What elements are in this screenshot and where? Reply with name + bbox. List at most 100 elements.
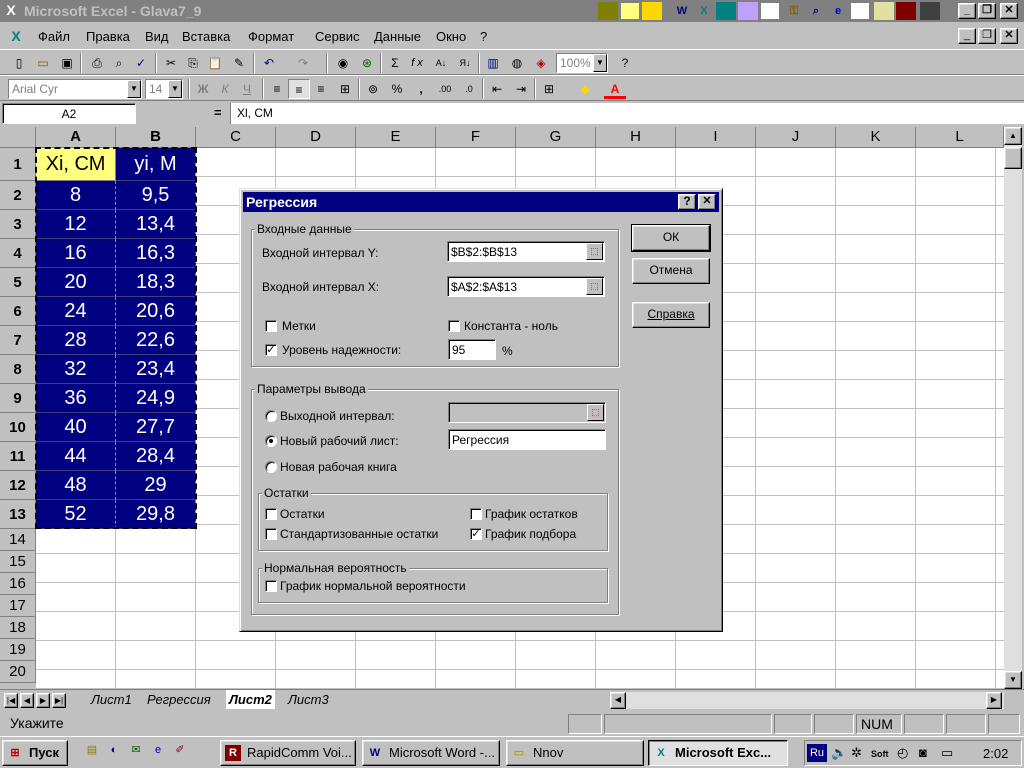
cell-b7[interactable]: 22,6 <box>116 326 196 355</box>
std-residuals-checkbox[interactable] <box>265 528 277 540</box>
borders-icon[interactable]: ⊞ <box>538 79 560 99</box>
labels-checkbox[interactable] <box>265 320 277 332</box>
decrease-indent-icon[interactable]: ⇤ <box>486 79 508 99</box>
cut-icon[interactable]: ✂ <box>160 53 182 73</box>
underline-button[interactable]: Ч <box>236 79 258 99</box>
confidence-label[interactable]: Уровень надежности: <box>282 343 401 357</box>
calc-icon[interactable] <box>920 2 940 20</box>
sort-descending-icon[interactable]: Я↓ <box>454 53 476 73</box>
row-header-10[interactable]: 10 <box>0 413 36 442</box>
font-color-icon[interactable]: A <box>604 79 626 99</box>
cell-b10[interactable]: 27,7 <box>116 413 196 442</box>
desktop-icon[interactable]: ▤ <box>82 741 102 759</box>
new-sheet-field[interactable]: Регрессия <box>448 429 606 450</box>
function-wizard-icon[interactable]: f x <box>406 53 428 73</box>
row-header-14[interactable]: 14 <box>0 529 36 551</box>
fit-plot-checkbox[interactable]: ✓ <box>470 528 482 540</box>
print-icon[interactable]: ⎙ <box>86 53 108 73</box>
row-header-7[interactable]: 7 <box>0 326 36 355</box>
print-preview-icon[interactable]: ⌕ <box>108 53 130 73</box>
input-x-field[interactable]: $A$2:$A$13 ⬚ <box>447 276 605 297</box>
percent-icon[interactable]: % <box>386 79 408 99</box>
scroll-down-icon[interactable]: ▼ <box>1004 671 1022 689</box>
merge-center-icon[interactable]: ⊞ <box>334 79 356 99</box>
comma-style-icon[interactable]: , <box>410 79 432 99</box>
italic-button[interactable]: К <box>214 79 236 99</box>
menu-format[interactable]: Формат <box>248 29 294 44</box>
outlook-express-icon[interactable]: ✉ <box>126 741 146 759</box>
binder-icon[interactable] <box>874 2 894 20</box>
access-icon[interactable] <box>738 2 758 20</box>
output-range-field[interactable]: ⬚ <box>448 402 606 423</box>
new-sheet-radio[interactable] <box>265 435 277 447</box>
channels-icon[interactable]: ◐ <box>104 741 124 759</box>
const-zero-checkbox[interactable] <box>448 320 460 332</box>
cell-b8[interactable]: 23,4 <box>116 355 196 384</box>
chevron-down-icon[interactable]: ▼ <box>593 54 607 72</box>
chevron-down-icon[interactable]: ▼ <box>127 80 141 98</box>
fit-plot-label[interactable]: График подбора <box>485 527 576 541</box>
row-header-18[interactable]: 18 <box>0 617 36 639</box>
cell-a10[interactable]: 40 <box>36 413 116 442</box>
format-painter-icon[interactable]: ✎ <box>228 53 250 73</box>
monitor-icon[interactable]: ▭ <box>941 745 953 761</box>
scroll-left-icon[interactable]: ◀ <box>610 692 626 709</box>
new-icon[interactable]: ▯ <box>8 53 30 73</box>
menu-help[interactable]: ? <box>480 29 487 44</box>
cell-a11[interactable]: 44 <box>36 442 116 471</box>
cell-a13[interactable]: 52 <box>36 500 116 529</box>
const-zero-label[interactable]: Константа - ноль <box>464 319 558 333</box>
sort-ascending-icon[interactable]: A↓ <box>430 53 452 73</box>
clock-icon[interactable]: ◴ <box>897 745 908 761</box>
cell-b2[interactable]: 9,5 <box>116 181 196 210</box>
office-assistant-icon[interactable]: ? <box>614 53 636 73</box>
font-combo[interactable]: Arial Cyr ▼ <box>8 79 142 99</box>
cell-b3[interactable]: 13,4 <box>116 210 196 239</box>
row-header-8[interactable]: 8 <box>0 355 36 384</box>
residual-plot-checkbox[interactable] <box>470 508 482 520</box>
column-header-d[interactable]: D <box>276 127 356 148</box>
collapse-dialog-icon[interactable]: ⬚ <box>587 404 604 421</box>
residuals-label[interactable]: Остатки <box>280 507 325 521</box>
task-nnov[interactable]: ▭ Nnov <box>506 740 644 766</box>
help-button[interactable]: Справка <box>632 302 710 328</box>
doc-close-button[interactable]: ✕ <box>1000 28 1018 44</box>
align-center-icon[interactable]: ≡ <box>288 79 310 99</box>
confidence-checkbox[interactable]: ✓ <box>265 344 277 356</box>
scroll-thumb[interactable] <box>1004 147 1022 169</box>
row-header-16[interactable]: 16 <box>0 573 36 595</box>
cancel-button[interactable]: Отмена <box>632 258 710 284</box>
column-header-l[interactable]: L <box>916 127 1004 148</box>
increase-indent-icon[interactable]: ⇥ <box>510 79 532 99</box>
cell-a12[interactable]: 48 <box>36 471 116 500</box>
chevron-down-icon[interactable]: ▼ <box>168 80 182 98</box>
cell-b5[interactable]: 18,3 <box>116 268 196 297</box>
output-range-radio[interactable] <box>265 410 277 422</box>
dialog-close-button[interactable]: ✕ <box>698 194 716 210</box>
tab-regression[interactable]: Регрессия <box>144 690 214 709</box>
cell-a6[interactable]: 24 <box>36 297 116 326</box>
cell-a7[interactable]: 28 <box>36 326 116 355</box>
row-header-20[interactable]: 20 <box>0 661 36 683</box>
cell-b9[interactable]: 24,9 <box>116 384 196 413</box>
excel-app-icon[interactable]: X <box>3 2 19 18</box>
labels-label[interactable]: Метки <box>282 319 316 333</box>
clock[interactable]: 2:02 <box>983 746 1008 761</box>
column-header-k[interactable]: K <box>836 127 916 148</box>
std-residuals-label[interactable]: Стандартизованные остатки <box>280 527 438 541</box>
column-header-g[interactable]: G <box>516 127 596 148</box>
font-size-combo[interactable]: 14 ▼ <box>145 79 183 99</box>
currency-icon[interactable]: ⊚ <box>362 79 384 99</box>
cell-b11[interactable]: 28,4 <box>116 442 196 471</box>
bold-button[interactable]: Ж <box>192 79 214 99</box>
new-book-radio[interactable] <box>265 461 277 473</box>
row-header-3[interactable]: 3 <box>0 210 36 239</box>
row-header-2[interactable]: 2 <box>0 181 36 210</box>
spelling-icon[interactable]: ✓ <box>130 53 152 73</box>
cell-b12[interactable]: 29 <box>116 471 196 500</box>
confidence-field[interactable]: 95 <box>448 339 496 360</box>
undo-icon[interactable]: ↶ <box>258 53 280 73</box>
column-header-e[interactable]: E <box>356 127 436 148</box>
cell-b4[interactable]: 16,3 <box>116 239 196 268</box>
normal-plot-checkbox[interactable] <box>265 580 277 592</box>
